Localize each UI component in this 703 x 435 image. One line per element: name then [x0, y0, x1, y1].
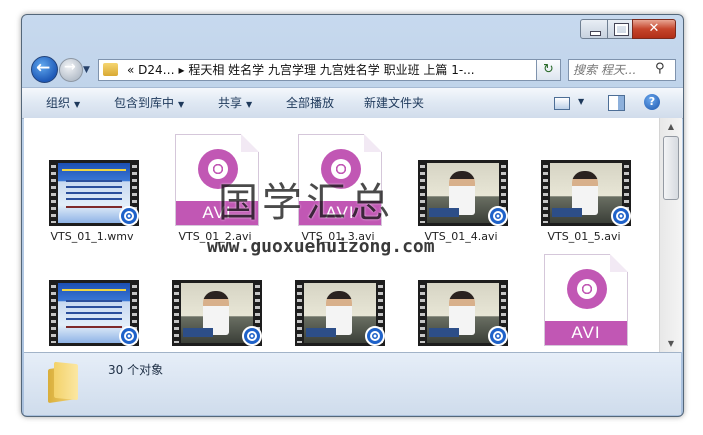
file-thumbnail — [541, 134, 631, 226]
file-thumbnail — [418, 254, 508, 346]
play-all-button[interactable]: 全部播放 — [286, 88, 334, 118]
media-player-icon — [119, 206, 139, 226]
explorer-window: ✕ ▼ « D24… ▸ 程天相 姓名学 九宫学理 九宫姓名学 职业班 上篇 1… — [21, 14, 684, 417]
page-corner — [610, 254, 628, 272]
file-item[interactable]: VTS_02_2.wmv — [159, 248, 271, 352]
search-box[interactable]: ⚲ — [568, 59, 676, 81]
new-folder-button[interactable]: 新建文件夹 — [364, 88, 424, 118]
avi-file-icon: AVI — [544, 254, 628, 346]
file-thumbnail — [49, 134, 139, 226]
file-item[interactable]: AVI VTS_01_2.avi — [159, 128, 271, 248]
close-button[interactable]: ✕ — [632, 19, 676, 39]
file-thumbnail — [49, 254, 139, 346]
recent-pages-dropdown[interactable]: ▼ — [83, 65, 90, 75]
navigation-bar: ▼ « D24… ▸ 程天相 姓名学 九宫学理 九宫姓名学 职业班 上篇 1-.… — [22, 55, 683, 85]
forward-button[interactable] — [59, 58, 83, 82]
organize-menu[interactable]: 组织 ▼ — [46, 88, 80, 118]
file-item[interactable]: VTS_01_5.avi — [528, 128, 640, 248]
organize-label: 组织 — [46, 96, 71, 110]
scroll-up-icon[interactable]: ▲ — [660, 118, 682, 135]
view-options-dropdown[interactable]: ▼ — [578, 97, 584, 106]
avi-file-icon: AVI — [175, 134, 259, 226]
media-player-icon — [488, 326, 508, 346]
chevron-down-icon: ▼ — [178, 100, 185, 109]
file-thumbnail — [295, 254, 385, 346]
file-item[interactable]: VTS_01_1.wmv — [36, 128, 148, 248]
refresh-icon: ↻ — [543, 62, 554, 77]
media-player-icon — [119, 326, 139, 346]
change-view-icon[interactable] — [554, 97, 570, 110]
search-icon[interactable]: ⚲ — [655, 61, 665, 76]
address-path: « D24… ▸ 程天相 姓名学 九宫学理 九宫姓名学 职业班 上篇 1-... — [127, 63, 475, 77]
file-thumbnail: AVI — [172, 134, 262, 226]
avi-label: AVI — [299, 201, 381, 225]
include-in-library-menu[interactable]: 包含到库中 ▼ — [114, 88, 184, 118]
file-name: VTS_01_5.avi — [547, 230, 621, 243]
share-label: 共享 — [218, 96, 243, 110]
page-corner — [364, 134, 382, 152]
title-bar: ✕ — [22, 15, 683, 55]
scrollbar-thumb[interactable] — [663, 136, 679, 200]
close-icon: ✕ — [648, 21, 660, 36]
object-count: 30 个对象 — [108, 363, 164, 377]
play-all-label: 全部播放 — [286, 96, 335, 110]
file-thumbnail: AVI — [295, 134, 385, 226]
details-pane: 30 个对象 — [24, 352, 681, 415]
file-item[interactable]: AVIVTS_02_5.avi — [528, 248, 640, 352]
folder-icon — [48, 363, 82, 401]
preview-pane-icon[interactable] — [608, 95, 625, 111]
address-bar[interactable]: « D24… ▸ 程天相 姓名学 九宫学理 九宫姓名学 职业班 上篇 1-...… — [98, 59, 537, 81]
media-disc-icon — [567, 269, 607, 309]
share-menu[interactable]: 共享 ▼ — [218, 88, 252, 118]
command-bar: 组织 ▼ 包含到库中 ▼ 共享 ▼ 全部播放 新建文件夹 ▼ ? — [22, 87, 683, 119]
chevron-down-icon: ▼ — [246, 100, 253, 109]
media-player-icon — [242, 326, 262, 346]
minimize-button[interactable] — [580, 19, 608, 39]
include-in-library-label: 包含到库中 — [114, 96, 175, 110]
scroll-down-icon[interactable]: ▼ — [660, 335, 682, 352]
avi-label: AVI — [545, 321, 627, 345]
media-player-icon — [488, 206, 508, 226]
file-name: VTS_01_4.avi — [424, 230, 498, 243]
search-input[interactable] — [573, 62, 653, 78]
vertical-scrollbar[interactable]: ▲ ▼ — [659, 118, 682, 352]
file-name: VTS_01_1.wmv — [50, 230, 134, 243]
page-corner — [241, 134, 259, 152]
refresh-button[interactable]: ↻ — [537, 59, 561, 81]
media-player-icon — [365, 326, 385, 346]
file-item[interactable]: VTS_02_3.avi — [282, 248, 394, 352]
chevron-down-icon: ▼ — [74, 100, 81, 109]
media-disc-icon — [321, 149, 361, 189]
maximize-button[interactable] — [607, 19, 633, 39]
file-thumbnail — [172, 254, 262, 346]
folder-icon — [103, 63, 118, 76]
file-list: VTS_01_1.wmv AVI VTS_01_2.avi AVI VTS_01_3.a… — [24, 118, 659, 352]
file-item[interactable]: AVI VTS_01_3.avi — [282, 128, 394, 248]
file-thumbnail — [418, 134, 508, 226]
media-player-icon — [611, 206, 631, 226]
avi-file-icon: AVI — [298, 134, 382, 226]
file-item[interactable]: VTS_02_1.avi — [36, 248, 148, 352]
back-button[interactable] — [31, 56, 58, 83]
help-icon[interactable]: ? — [644, 94, 660, 110]
avi-label: AVI — [176, 201, 258, 225]
file-name: VTS_01_2.avi — [178, 230, 252, 243]
file-thumbnail: AVI — [541, 254, 631, 346]
new-folder-label: 新建文件夹 — [364, 96, 425, 110]
file-item[interactable]: VTS_02_4.avi — [405, 248, 517, 352]
file-name: VTS_01_3.avi — [301, 230, 375, 243]
file-item[interactable]: VTS_01_4.avi — [405, 128, 517, 248]
media-disc-icon — [198, 149, 238, 189]
